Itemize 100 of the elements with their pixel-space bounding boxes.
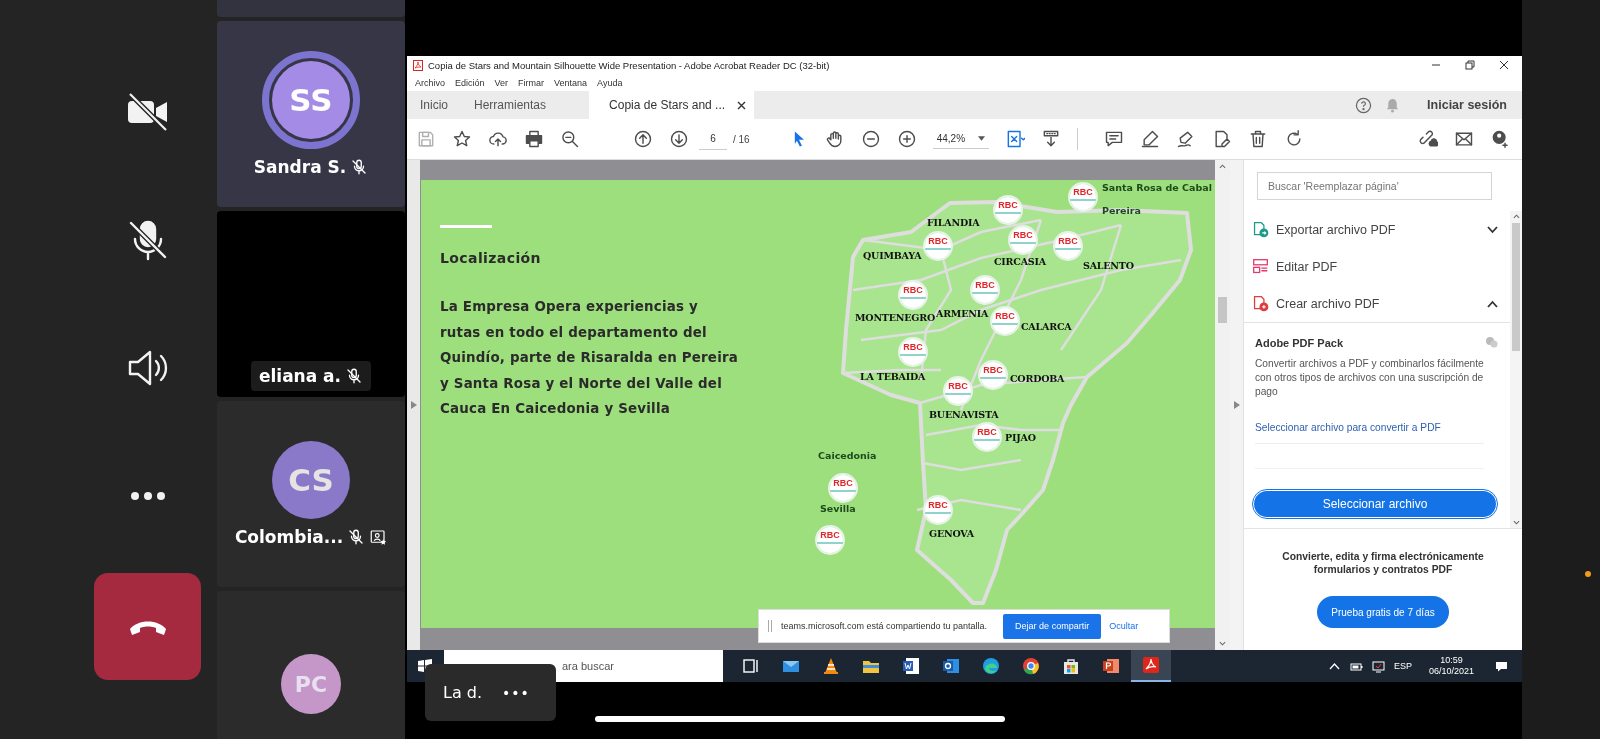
- dropdown-icon[interactable]: [977, 136, 985, 141]
- logo-marker: RBC: [945, 378, 971, 404]
- sign-in-link[interactable]: Iniciar sesión: [1427, 98, 1507, 112]
- logo-marker: RBC: [817, 527, 843, 553]
- select-file-button[interactable]: Seleccionar archivo: [1254, 491, 1496, 518]
- logo-marker: RBC: [900, 339, 926, 365]
- expand-arrow-icon[interactable]: [410, 401, 417, 409]
- map-label: MONTENEGRO: [855, 312, 935, 323]
- restore-icon[interactable]: [1464, 59, 1476, 71]
- logo-marker: RBC: [1055, 233, 1081, 259]
- scrollbar[interactable]: [1510, 211, 1522, 528]
- scroll-up-icon[interactable]: [1512, 214, 1520, 219]
- map-label: CIRCASIA: [994, 256, 1046, 267]
- tab[interactable]: Herramientas: [461, 91, 560, 119]
- scroll-thumb[interactable]: [1218, 297, 1227, 323]
- monitor-icon[interactable]: [1371, 659, 1385, 673]
- map-label: ARMENIA: [936, 308, 989, 319]
- share-link-icon[interactable]: [1418, 129, 1438, 149]
- promo-text: Convierte, edita y firma electrónicamente formularios y contratos PDF: [1281, 550, 1485, 576]
- page-number-field[interactable]: 6: [699, 128, 727, 150]
- arrow-down-icon[interactable]: [669, 129, 689, 149]
- hand-icon[interactable]: [824, 129, 845, 149]
- map-label: FILANDIA: [927, 217, 980, 228]
- description-text: Convertir archivos a PDF y combinarlos fácilmente con otros tipos de archivos con una suscripción de pago: [1255, 357, 1485, 399]
- logo-marker: RBC: [925, 497, 951, 523]
- map-label: PIJAO: [1005, 432, 1036, 443]
- section-title: Adobe PDF Pack: [1255, 337, 1344, 349]
- slide-text: La Empresa Opera experiencias y rutas en todo el departamento del Quindío, parte de Risaralda en Pereira y Santa Rosa y el Norte del Valle del Cauca En Caicedonia y Sevilla: [440, 298, 739, 419]
- tab[interactable]: Copia de Stars and ...: [589, 91, 755, 119]
- edit-pdf-icon: [1252, 258, 1269, 275]
- map-label: Santa Rosa de Cabal: [1102, 182, 1212, 193]
- search-icon[interactable]: [560, 129, 580, 149]
- arrow-up-icon[interactable]: [633, 129, 653, 149]
- participant-name: Sandra S.: [253, 157, 347, 177]
- avatar: SS: [272, 61, 350, 139]
- logo-marker: RBC: [830, 475, 856, 501]
- cloud-icon: [1485, 336, 1498, 348]
- close-icon[interactable]: [737, 100, 747, 110]
- hang-up-button[interactable]: [94, 573, 201, 680]
- hide-link[interactable]: Ocultar: [1109, 621, 1139, 631]
- menu-item[interactable]: Ayuda: [597, 77, 623, 88]
- logo-marker: RBC: [1070, 184, 1096, 210]
- menu-item[interactable]: Ventana: [554, 77, 588, 88]
- mail-icon[interactable]: [1454, 129, 1474, 149]
- sharing-message: teams.microsoft.com está compartiendo tu pantalla.: [781, 621, 988, 631]
- scrollbar[interactable]: [1215, 160, 1230, 650]
- expand-arrow-icon[interactable]: [1233, 401, 1240, 409]
- cloud-upload-icon[interactable]: [488, 129, 508, 149]
- map-label: GENOVA: [929, 528, 974, 539]
- highlighter-icon[interactable]: [1139, 129, 1160, 149]
- language-indicator[interactable]: ESP: [1393, 661, 1412, 671]
- select-file-link[interactable]: Seleccionar archivo para convertir a PDF: [1255, 422, 1441, 434]
- window-title: Copia de Stars and Mountain Silhouette Wide Presentation - Adobe Acrobat Reader DC (32-bit): [428, 59, 830, 71]
- zoom-out-icon[interactable]: [860, 129, 881, 149]
- add-user-icon[interactable]: [1490, 129, 1510, 149]
- zoom-in-icon[interactable]: [896, 129, 917, 149]
- scroll-down-icon[interactable]: [1512, 520, 1520, 525]
- create-pdf-icon: [1252, 295, 1269, 312]
- search-field[interactable]: Buscar 'Reemplazar página': [1257, 172, 1492, 200]
- stop-sharing-button[interactable]: Dejar de compartir: [1003, 613, 1102, 639]
- status-dot: [1585, 571, 1591, 577]
- scroll-up-icon[interactable]: [1219, 164, 1226, 169]
- menu-item[interactable]: Edición: [455, 77, 485, 88]
- comment-icon[interactable]: [1103, 129, 1124, 149]
- grip-icon[interactable]: [767, 620, 773, 632]
- pdf-icon: [413, 59, 423, 71]
- notification-icon[interactable]: [1495, 659, 1508, 673]
- participant-tile[interactable]: CS Colombia...: [217, 401, 405, 587]
- tab[interactable]: Inicio: [407, 91, 461, 119]
- tool-item[interactable]: Crear archivo PDF: [1244, 285, 1510, 322]
- menu-item[interactable]: Ver: [494, 77, 509, 88]
- map-label: CALARCA: [1021, 321, 1072, 332]
- edge-icon: [981, 656, 1001, 676]
- tool-item[interactable]: Exportar archivo PDF: [1244, 211, 1510, 248]
- menu-item[interactable]: Archivo: [415, 77, 445, 88]
- scroll-down-icon[interactable]: [1219, 641, 1226, 646]
- signature-pen-icon[interactable]: [1175, 129, 1196, 149]
- tool-item[interactable]: Editar PDF: [1244, 248, 1510, 285]
- participant-name: eliana a.: [258, 366, 342, 386]
- logo-marker: RBC: [974, 424, 1000, 450]
- export-pdf-icon: [1252, 221, 1269, 238]
- participant-tile[interactable]: [217, 0, 405, 17]
- zoom-field[interactable]: 44,2%: [932, 129, 989, 149]
- scroll-thumb[interactable]: [1512, 223, 1520, 351]
- logo-marker: RBC: [900, 282, 926, 308]
- shopping-bag-icon: [1061, 656, 1081, 676]
- map-label: CORDOBA: [1010, 373, 1065, 384]
- map-label: LA TEBAIDA: [860, 371, 926, 382]
- close-icon[interactable]: [1498, 59, 1510, 71]
- logo-marker: RBC: [992, 308, 1018, 334]
- more-icon[interactable]: •••: [502, 684, 530, 701]
- menu-item[interactable]: Firmar: [518, 77, 545, 88]
- clock[interactable]: 10:59 06/10/2021: [1428, 655, 1474, 677]
- print-icon[interactable]: [524, 129, 544, 149]
- help-icon[interactable]: [1355, 96, 1373, 114]
- free-trial-button[interactable]: Prueba gratis de 7 días: [1317, 596, 1449, 628]
- chevron-down-icon[interactable]: [1487, 225, 1498, 234]
- participant-tile[interactable]: SS Sandra S.: [217, 21, 405, 207]
- star-icon[interactable]: [452, 129, 472, 149]
- chevron-up-icon[interactable]: [1487, 299, 1498, 308]
